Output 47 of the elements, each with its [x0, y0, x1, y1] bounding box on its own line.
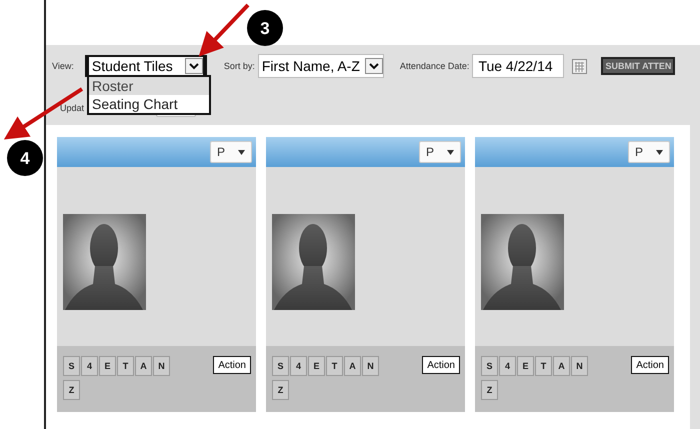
attendance-code-button[interactable]: Z: [63, 380, 80, 400]
callout-badge: [7, 140, 43, 176]
attendance-code-button[interactable]: A: [553, 356, 570, 376]
attendance-code-button[interactable]: 4: [81, 356, 98, 376]
attendance-code-button[interactable]: 4: [290, 356, 307, 376]
sort-dropdown[interactable]: First Name, A-Z: [258, 54, 384, 78]
attendance-code-button[interactable]: A: [344, 356, 361, 376]
attendance-code-button[interactable]: T: [117, 356, 134, 376]
sort-label: Sort by:: [224, 61, 255, 71]
chevron-icon: [364, 58, 383, 74]
attendance-code-button[interactable]: Z: [272, 380, 289, 400]
caret-icon: [447, 150, 454, 154]
action-button[interactable]: Action: [213, 356, 251, 374]
attendance-code-button[interactable]: S: [481, 356, 498, 376]
attendance-code-button[interactable]: T: [326, 356, 343, 376]
attendance-code-button[interactable]: N: [153, 356, 170, 376]
view-label: View:: [52, 61, 74, 71]
attendance-code-button[interactable]: E: [99, 356, 116, 376]
date-field[interactable]: Tue 4/22/14: [472, 54, 564, 78]
status-dropdown[interactable]: P: [210, 141, 252, 163]
date-label: Attendance Date:: [400, 61, 470, 71]
caret-icon: [656, 150, 663, 154]
dropdown-option[interactable]: Roster: [89, 77, 209, 95]
attendance-code-button[interactable]: A: [135, 356, 152, 376]
update-label: Updat: [60, 103, 84, 113]
callout-number: 3: [260, 19, 270, 38]
caret-icon: [238, 150, 245, 154]
callout-badge: [247, 10, 283, 46]
status-dropdown[interactable]: P: [419, 141, 461, 163]
action-button[interactable]: Action: [631, 356, 669, 374]
attendance-code-button[interactable]: N: [362, 356, 379, 376]
view-dropdown[interactable]: Student Tiles: [84, 55, 207, 77]
attendance-code-button[interactable]: 4: [499, 356, 516, 376]
action-button[interactable]: Action: [422, 356, 460, 374]
attendance-code-button[interactable]: S: [272, 356, 289, 376]
submit-attendance-button[interactable]: SUBMIT ATTEN: [601, 57, 676, 75]
attendance-code-button[interactable]: E: [308, 356, 325, 376]
calendar-icon[interactable]: [572, 58, 588, 74]
attendance-code-button[interactable]: N: [571, 356, 588, 376]
attendance-code-button[interactable]: Z: [481, 380, 498, 400]
dropdown-option[interactable]: Seating Chart: [89, 95, 209, 113]
attendance-code-button[interactable]: T: [535, 356, 552, 376]
attendance-code-button[interactable]: S: [63, 356, 80, 376]
attendance-code-button[interactable]: E: [517, 356, 534, 376]
callout-number: 4: [20, 149, 30, 168]
status-dropdown[interactable]: P: [628, 141, 670, 163]
arrow-annotation: [198, 4, 250, 57]
